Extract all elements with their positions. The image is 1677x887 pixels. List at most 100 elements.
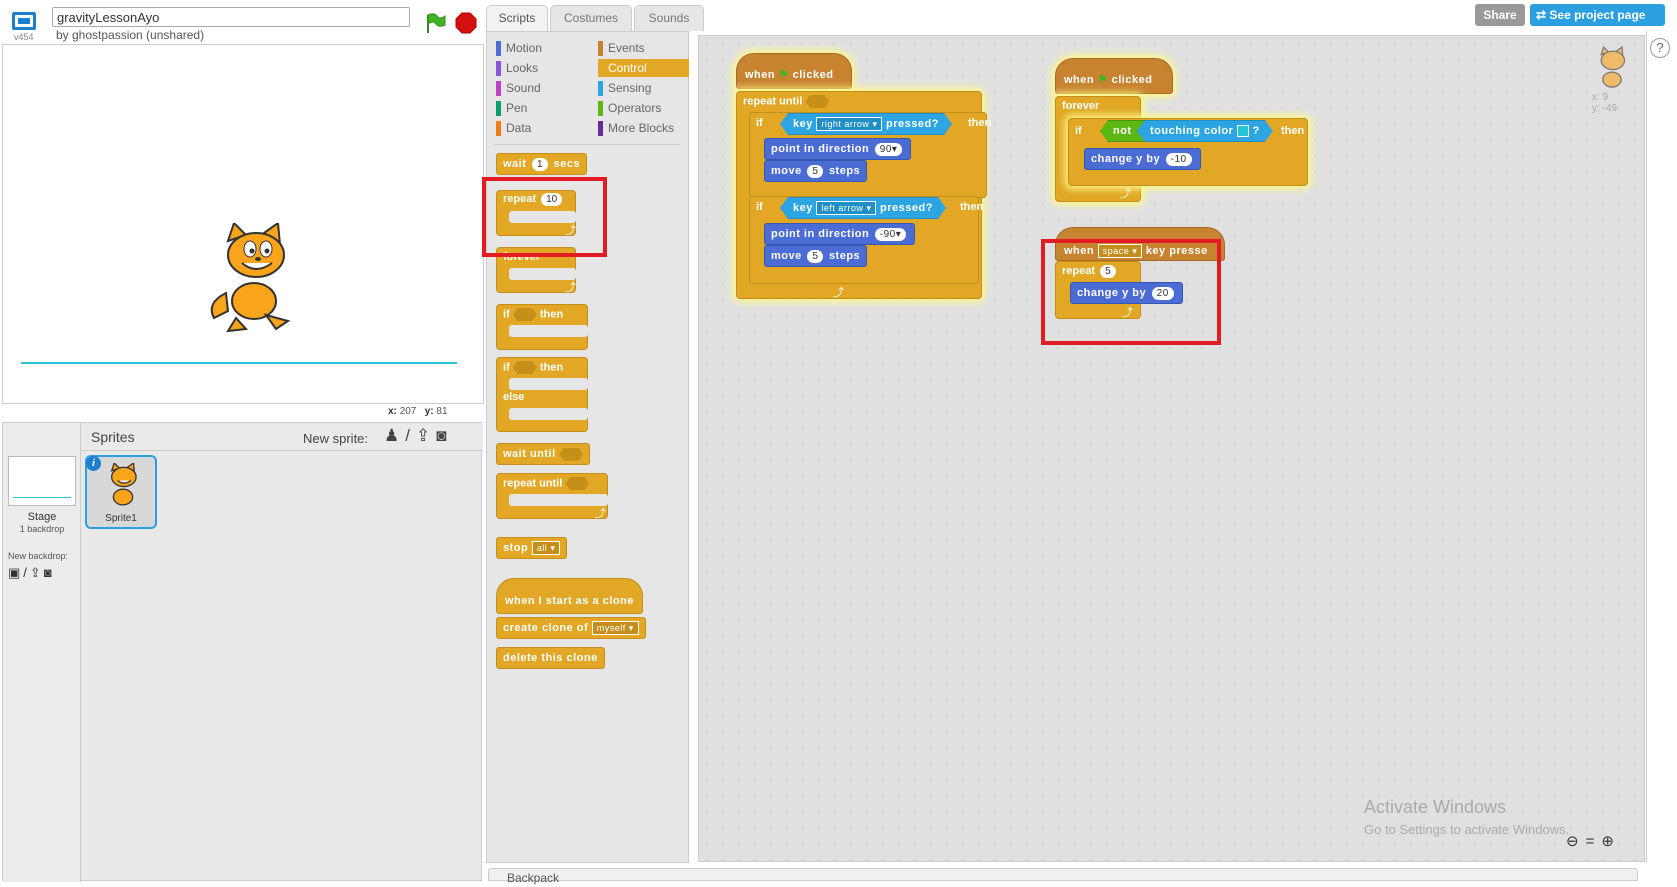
version-label: v454: [14, 32, 34, 42]
when-start-as-clone-hat[interactable]: when I start as a clone: [496, 578, 643, 614]
when-flag-clicked-hat[interactable]: when ⚑ clicked: [1055, 58, 1173, 94]
editor-header: v454 by ghostpassion (unshared): [0, 0, 480, 44]
paint-backdrop-icon[interactable]: ▣: [8, 565, 23, 580]
camera-icon[interactable]: ◙: [44, 565, 55, 580]
category-motion[interactable]: Motion: [496, 39, 591, 57]
condition-slot: [512, 308, 537, 321]
repeat-until-block[interactable]: repeat until ⤴: [496, 473, 608, 520]
if-else-block[interactable]: if then else: [496, 357, 588, 432]
delete-clone-block[interactable]: delete this clone: [496, 647, 605, 669]
if-label: if: [1075, 125, 1082, 137]
sensing-swatch: [598, 81, 603, 96]
fullscreen-toggle-icon[interactable]: [12, 12, 36, 30]
more-blocks-swatch: [598, 121, 603, 136]
category-control[interactable]: Control: [598, 59, 689, 77]
repeat-until-label: repeat until: [503, 477, 590, 490]
change-y-block[interactable]: change y by -10: [1084, 148, 1201, 170]
upload-icon[interactable]: ⇪: [30, 565, 44, 580]
pen-swatch: [496, 101, 501, 116]
point-direction-right-block[interactable]: point in direction 90▾: [764, 138, 912, 160]
zoom-in-icon[interactable]: ⊕: [1601, 833, 1621, 850]
green-flag-icon[interactable]: [424, 12, 446, 34]
sound-swatch: [496, 81, 501, 96]
category-events[interactable]: Events: [598, 39, 689, 57]
loop-arrow-icon: ⤴: [565, 282, 576, 294]
camera-icon[interactable]: ◙: [436, 426, 452, 445]
direction-value[interactable]: -90▾: [874, 228, 907, 241]
stop-block[interactable]: stop all ▾: [496, 537, 568, 559]
zoom-reset-icon[interactable]: =: [1586, 833, 1602, 850]
category-sound[interactable]: Sound: [496, 79, 591, 97]
touching-color-block[interactable]: touching color ?: [1137, 120, 1273, 142]
if-then-block[interactable]: if then: [496, 304, 588, 350]
stop-sign-icon[interactable]: [455, 12, 477, 34]
key-pressed-sensing-block[interactable]: key left arrow ▾ pressed?: [780, 197, 946, 219]
color-swatch[interactable]: [1237, 125, 1249, 137]
highlight-box-key-script: [1041, 239, 1221, 345]
share-button[interactable]: Share: [1475, 4, 1525, 26]
tab-scripts[interactable]: Scripts: [486, 5, 548, 31]
when-flag-clicked-hat[interactable]: when ⚑ clicked: [736, 53, 852, 89]
tab-costumes[interactable]: Costumes: [550, 5, 632, 31]
category-pen[interactable]: Pen: [496, 99, 591, 117]
category-data[interactable]: Data: [496, 119, 591, 137]
wait-secs-block[interactable]: wait 1 secs: [496, 153, 588, 175]
repeat-until-label: repeat until: [743, 95, 830, 108]
stop-dropdown[interactable]: all ▾: [531, 541, 561, 555]
move-steps-block[interactable]: move 5 steps: [764, 160, 868, 182]
activate-windows-hint: Go to Settings to activate Windows.: [1364, 822, 1570, 837]
sprite-pane: Stage 1 backdrop New backdrop: ▣/⇪◙ Spri…: [2, 422, 483, 882]
tab-sounds[interactable]: Sounds: [634, 5, 704, 31]
category-divider: [494, 144, 680, 145]
category-operators[interactable]: Operators: [598, 99, 689, 117]
wait-until-block[interactable]: wait until: [496, 443, 591, 465]
category-more-blocks[interactable]: More Blocks: [598, 119, 689, 137]
upload-sprite-icon[interactable]: ⇪: [416, 426, 436, 445]
move-steps-block[interactable]: move 5 steps: [764, 245, 868, 267]
sprite-thumbnail[interactable]: i Sprite1: [85, 455, 157, 529]
zoom-out-icon[interactable]: ⊖: [1566, 833, 1586, 850]
loop-arrow-icon: ⤴: [1120, 188, 1131, 200]
then-label: then: [1281, 125, 1305, 137]
direction-value[interactable]: 90▾: [874, 143, 903, 156]
condition-slot: [805, 95, 830, 108]
project-byline: by ghostpassion (unshared): [56, 28, 205, 42]
backpack-bar[interactable]: Backpack: [488, 868, 1638, 885]
sprites-header: Sprites New sprite: ♟/⇪◙: [81, 423, 483, 451]
if-label: if: [756, 201, 763, 213]
else-gap: [509, 408, 588, 420]
operators-swatch: [598, 101, 603, 116]
paint-brush-icon[interactable]: /: [405, 426, 416, 445]
category-looks[interactable]: Looks: [496, 59, 591, 77]
if-label: if then: [503, 361, 564, 374]
new-sprite-icons: ♟/⇪◙: [384, 426, 453, 446]
x-label: x:: [388, 406, 397, 417]
new-backdrop-label: New backdrop:: [8, 551, 69, 561]
cat-sprite-icon[interactable]: [206, 223, 302, 333]
create-clone-block[interactable]: create clone of myself ▾: [496, 617, 646, 639]
key-dropdown-left[interactable]: left arrow ▾: [816, 201, 876, 215]
new-sprite-label: New sprite:: [303, 431, 369, 446]
project-title-input[interactable]: [52, 7, 410, 27]
condition-slot: [559, 447, 584, 461]
point-direction-left-block[interactable]: point in direction -90▾: [764, 223, 916, 245]
library-sprite-icon[interactable]: ♟: [384, 426, 405, 445]
stage-thumbnail[interactable]: [8, 456, 76, 506]
see-project-page-button[interactable]: ⇄ See project page: [1530, 4, 1665, 26]
ground-line: [21, 362, 457, 364]
loop-arrow-icon: ⤴: [833, 287, 844, 299]
help-button[interactable]: ?: [1650, 38, 1670, 58]
clone-target-dropdown[interactable]: myself ▾: [591, 621, 639, 635]
key-pressed-sensing-block[interactable]: key right arrow ▾ pressed?: [780, 113, 952, 135]
forever-label: forever: [1062, 100, 1100, 112]
brush-icon[interactable]: /: [23, 565, 30, 580]
key-dropdown-right[interactable]: right arrow ▾: [816, 117, 882, 131]
looks-swatch: [496, 61, 501, 76]
else-label: else: [503, 391, 525, 403]
events-swatch: [598, 41, 603, 56]
highlight-box-repeat: [482, 177, 607, 257]
stage-canvas[interactable]: [2, 44, 484, 404]
category-sensing[interactable]: Sensing: [598, 79, 689, 97]
if-gap: [509, 325, 588, 337]
right-scrollbar[interactable]: [1646, 31, 1677, 862]
